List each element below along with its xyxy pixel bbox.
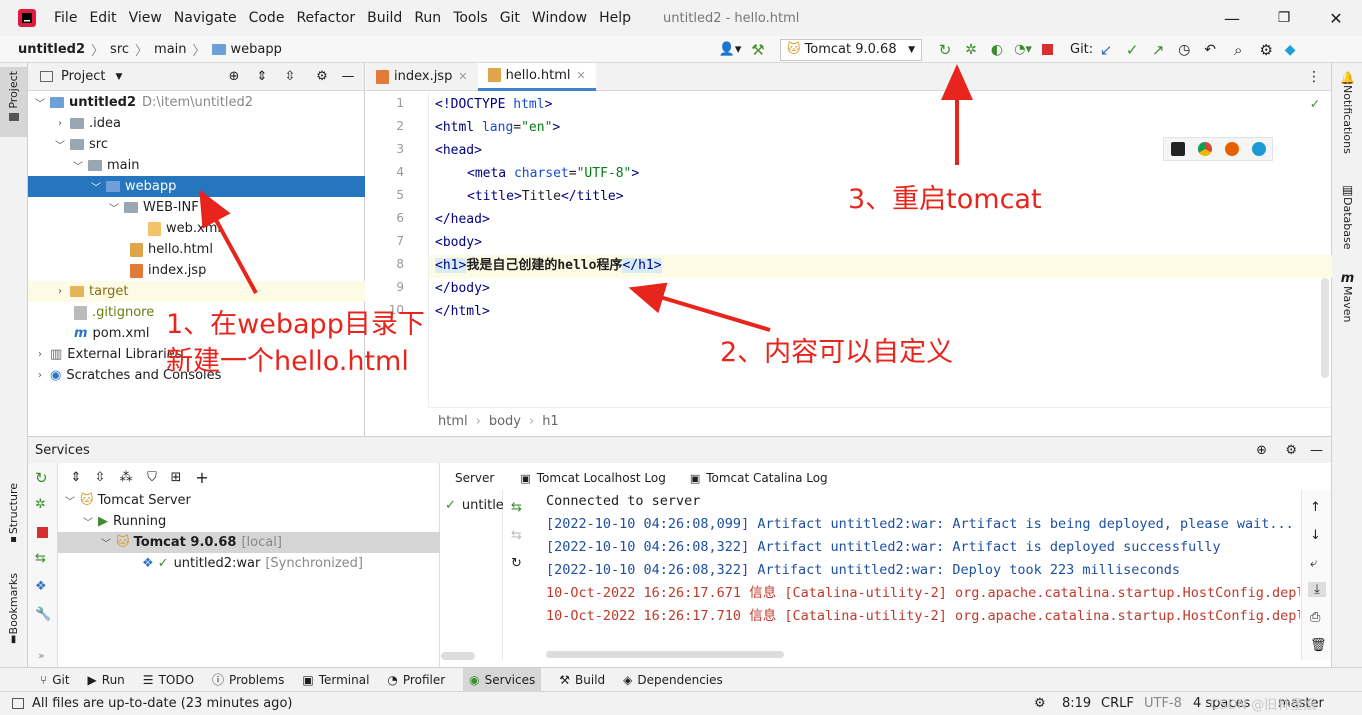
annotation-step2: 2、内容可以自定义 [720,337,954,368]
annotation-arrow-2 [628,282,771,332]
annotation-step1-line1: 1、在webapp目录下 [166,309,425,340]
annotation-step3: 3、重启tomcat [848,184,1042,215]
annotation-step1-line2: 新建一个hello.html [166,346,409,377]
annotation-arrow-1 [199,189,258,294]
